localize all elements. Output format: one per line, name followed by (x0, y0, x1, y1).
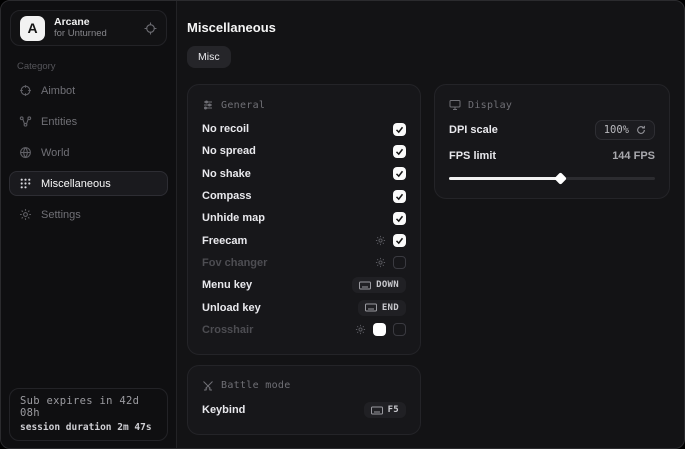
general-panel: General No recoil No spread (187, 84, 421, 355)
grid-icon (18, 177, 32, 190)
keyboard-icon (371, 406, 383, 415)
tab-misc[interactable]: Misc (187, 46, 231, 68)
unhide-map-checkbox[interactable] (393, 212, 406, 225)
setting-row-no-shake: No shake (202, 163, 406, 185)
arcane-window: A Arcane for Unturned Category (0, 0, 685, 449)
app-title: Arcane (54, 17, 135, 29)
unload-key-keybind[interactable]: END (358, 300, 406, 316)
session-duration-text: session duration 2m 47s (20, 422, 157, 433)
sidebar-item-entities[interactable]: Entities (9, 109, 168, 134)
sidebar-item-world[interactable]: World (9, 140, 168, 165)
category-label: Category (17, 61, 176, 72)
setting-row-keybind: Keybind F5 (202, 399, 406, 421)
sub-expires-text: Sub expires in 42d 08h (20, 395, 157, 419)
setting-row-no-recoil: No recoil (202, 118, 406, 140)
freecam-gear-icon[interactable] (375, 235, 386, 246)
sidebar-item-settings[interactable]: Settings (9, 202, 168, 227)
fov-changer-checkbox[interactable] (393, 256, 406, 269)
app-subtitle: for Unturned (54, 29, 135, 39)
no-shake-checkbox[interactable] (393, 167, 406, 180)
setting-row-dpi-scale: DPI scale 100% (449, 118, 655, 142)
refresh-icon[interactable] (636, 125, 646, 135)
setting-row-unhide-map: Unhide map (202, 207, 406, 229)
globe-icon (18, 146, 32, 159)
entities-icon (18, 115, 32, 128)
crosshair-checkbox[interactable] (393, 323, 406, 336)
menu-key-keybind[interactable]: DOWN (352, 277, 406, 293)
no-spread-checkbox[interactable] (393, 145, 406, 158)
subscription-status-box: Sub expires in 42d 08h session duration … (9, 388, 168, 441)
sidebar-item-label: Aimbot (41, 85, 75, 97)
panel-title: General (221, 100, 265, 111)
display-panel: Display DPI scale 100% (434, 84, 670, 199)
keyboard-icon (359, 281, 371, 290)
no-recoil-checkbox[interactable] (393, 123, 406, 136)
compass-checkbox[interactable] (393, 190, 406, 203)
sliders-icon (202, 99, 214, 111)
fps-limit-slider[interactable] (449, 171, 655, 185)
tab-bar: Misc (187, 46, 670, 68)
main-content: Miscellaneous Misc (178, 1, 684, 448)
sidebar-item-label: World (41, 147, 70, 159)
setting-row-crosshair: Crosshair (202, 319, 406, 341)
panel-title: Display (468, 100, 512, 111)
setting-row-menu-key: Menu key DOWN (202, 274, 406, 296)
setting-row-compass: Compass (202, 185, 406, 207)
dpi-scale-control[interactable]: 100% (595, 120, 655, 140)
sidebar-item-aimbot[interactable]: Aimbot (9, 78, 168, 103)
setting-row-fps-limit: FPS limit 144 FPS (449, 144, 655, 168)
sidebar: A Arcane for Unturned Category (1, 1, 177, 448)
setting-row-unload-key: Unload key END (202, 296, 406, 318)
fps-limit-value: 144 FPS (612, 150, 655, 162)
battle-keybind[interactable]: F5 (364, 402, 406, 418)
setting-row-freecam: Freecam (202, 229, 406, 251)
sidebar-item-label: Entities (41, 116, 77, 128)
gear-icon (18, 208, 32, 221)
crosshair-icon (18, 84, 32, 97)
freecam-checkbox[interactable] (393, 234, 406, 247)
slider-thumb[interactable] (554, 172, 567, 185)
swords-icon (202, 380, 214, 392)
sidebar-item-label: Settings (41, 209, 81, 221)
monitor-icon (449, 99, 461, 111)
battle-mode-panel: Battle mode Keybind F5 (187, 365, 421, 435)
app-logo: A (20, 16, 45, 41)
panel-title: Battle mode (221, 380, 291, 391)
page-title: Miscellaneous (187, 20, 670, 35)
sidebar-item-miscellaneous[interactable]: Miscellaneous (9, 171, 168, 196)
setting-row-fov-changer: Fov changer (202, 252, 406, 274)
crosshair-gear-icon[interactable] (355, 324, 366, 335)
sidebar-item-label: Miscellaneous (41, 178, 111, 190)
crosshair-color-swatch[interactable] (373, 323, 386, 336)
sidebar-nav: Aimbot Entities (1, 78, 176, 227)
fov-changer-gear-icon[interactable] (375, 257, 386, 268)
target-icon[interactable] (144, 22, 157, 35)
app-header-card: A Arcane for Unturned (10, 10, 167, 46)
setting-row-no-spread: No spread (202, 140, 406, 162)
keyboard-icon (365, 303, 377, 312)
